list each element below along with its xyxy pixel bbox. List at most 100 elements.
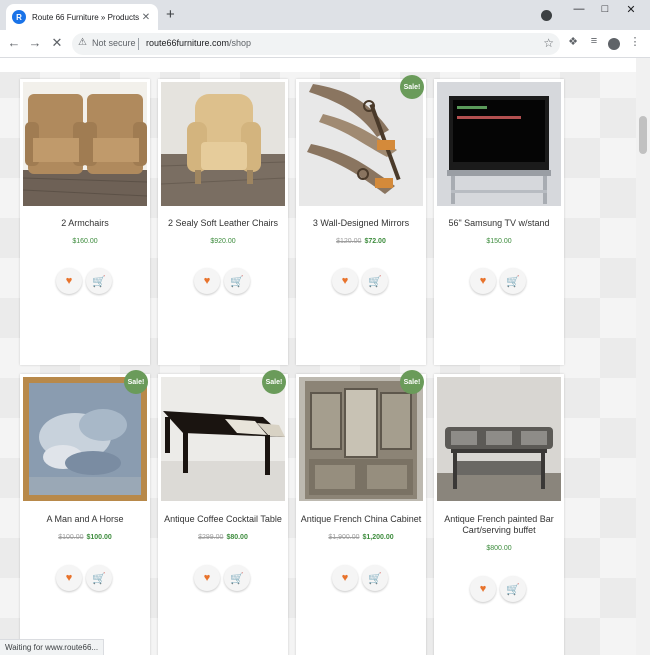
product-price: $150.00 [434,238,564,245]
product-card[interactable]: Sale! Antique Coffee Cocktail Table $299… [158,370,288,655]
wishlist-button[interactable]: ♥ [332,268,358,294]
product-image-man-and-horse[interactable] [23,377,147,501]
current-price: $160.00 [72,238,98,245]
product-image-leather-chairs[interactable] [161,82,285,206]
product-card[interactable]: Antique French painted Bar Cart/serving … [434,374,564,655]
forward-arrow-icon[interactable]: → [27,35,43,50]
product-card[interactable]: Sale! A Man and A Horse $100.00 $100.00 ♥… [20,370,150,655]
stop-loading-icon[interactable]: ✕ [49,35,65,51]
product-card[interactable]: Sale! Antique French China Cabinet $1,90… [296,370,426,655]
wishlist-button[interactable]: ♥ [470,576,496,602]
sale-price: $80.00 [226,534,248,541]
product-card[interactable]: 2 Sealy Soft Leather Chairs $920.00 ♥ 🛒 [158,79,288,365]
maximize-icon[interactable]: □ [595,3,615,15]
cart-icon: 🛒 [506,275,520,288]
add-to-cart-button[interactable]: 🛒 [86,565,112,591]
product-card[interactable]: Sale! 3 Wall-Designed Mirrors $120.00 $72… [296,75,426,365]
page-viewport: 2 Armchairs $160.00 ♥ 🛒 2 Sealy Soft Lea… [0,58,650,655]
security-label[interactable]: Not secure [92,38,136,48]
add-to-cart-button[interactable]: 🛒 [224,268,250,294]
heart-icon: ♥ [341,275,349,287]
product-name[interactable]: 3 Wall-Designed Mirrors [300,218,422,229]
product-name[interactable]: 2 Armchairs [24,218,146,229]
product-price: $120.00 $72.00 [296,238,426,245]
product-price: $920.00 [158,238,288,245]
product-name[interactable]: Antique Coffee Cocktail Table [162,514,284,525]
minimize-icon[interactable]: — [569,3,589,15]
browser-toolbar: ← → ✕ ⚠ Not secure route66furniture.com/… [0,30,650,58]
add-to-cart-button[interactable]: 🛒 [362,268,388,294]
heart-icon: ♥ [479,275,487,287]
add-to-cart-button[interactable]: 🛒 [362,565,388,591]
profile-icon[interactable] [608,38,620,50]
tab-title: Route 66 Furniture » Products [32,12,140,22]
sale-price: $72.00 [364,238,386,245]
wishlist-button[interactable]: ♥ [332,565,358,591]
browser-titlebar: R Route 66 Furniture » Products ✕ + — □ … [0,0,650,30]
status-bubble: Waiting for www.route66... [0,639,105,655]
current-price: $800.00 [486,545,512,552]
product-image-samsung-tv[interactable] [437,82,561,206]
sale-price: $100.00 [86,534,112,541]
window-close-icon[interactable]: ✕ [621,3,641,16]
star-icon[interactable]: ☆ [543,36,554,50]
add-to-cart-button[interactable]: 🛒 [500,268,526,294]
sale-badge: Sale! [124,370,148,394]
wishlist-button[interactable]: ♥ [470,268,496,294]
product-name[interactable]: Antique French painted Bar Cart/serving … [438,514,560,536]
sale-badge: Sale! [262,370,286,394]
cart-icon: 🛒 [368,275,382,288]
cart-icon: 🛒 [368,572,382,585]
product-image-china-cabinet[interactable] [299,377,423,501]
regular-price: $299.00 [198,534,224,541]
heart-icon: ♥ [203,572,211,584]
menu-icon[interactable]: ⋮ [628,35,642,48]
regular-price: $1,900.00 [328,534,360,541]
cart-icon: 🛒 [230,572,244,585]
current-price: $920.00 [210,238,236,245]
add-to-cart-button[interactable]: 🛒 [86,268,112,294]
close-tab-icon[interactable]: ✕ [140,12,152,23]
wishlist-button[interactable]: ♥ [56,268,82,294]
add-to-cart-button[interactable]: 🛒 [500,576,526,602]
address-bar[interactable]: ⚠ Not secure route66furniture.com/shop ☆ [72,33,560,55]
back-arrow-icon[interactable]: ← [6,35,22,50]
cart-icon: 🛒 [92,572,106,585]
current-price: $150.00 [486,238,512,245]
product-image-armchairs[interactable] [23,82,147,206]
product-price: $1,900.00 $1,200.00 [296,534,426,541]
product-card[interactable]: 2 Armchairs $160.00 ♥ 🛒 [20,79,150,365]
product-image-bar-cart[interactable] [437,377,561,501]
product-price: $299.00 $80.00 [158,534,288,541]
wishlist-button[interactable]: ♥ [194,268,220,294]
warning-icon[interactable]: ⚠ [78,37,87,48]
wishlist-button[interactable]: ♥ [56,565,82,591]
regular-price: $100.00 [58,534,84,541]
product-name[interactable]: 2 Sealy Soft Leather Chairs [162,218,284,229]
url-path: /shop [229,38,252,48]
scrollbar-thumb[interactable] [639,116,647,154]
product-image-coffee-table[interactable] [161,377,285,501]
reading-list-icon[interactable]: ≡ [587,35,601,47]
product-image-wall-mirrors[interactable] [299,82,423,206]
sale-badge: Sale! [400,370,424,394]
heart-icon: ♥ [65,275,73,287]
url-text[interactable]: route66furniture.com/shop [146,38,251,48]
sale-badge: Sale! [400,75,424,99]
heart-icon: ♥ [479,583,487,595]
tab-search-icon[interactable] [541,10,552,21]
heart-icon: ♥ [341,572,349,584]
url-separator [138,38,139,50]
browser-tab[interactable]: R Route 66 Furniture » Products ✕ [6,4,158,30]
sale-price: $1,200.00 [362,534,394,541]
product-card[interactable]: 56" Samsung TV w/stand $150.00 ♥ 🛒 [434,79,564,365]
product-name[interactable]: 56" Samsung TV w/stand [438,218,560,229]
add-to-cart-button[interactable]: 🛒 [224,565,250,591]
extensions-icon[interactable]: ❖ [566,35,580,48]
product-name[interactable]: A Man and A Horse [24,514,146,525]
page-scrollbar[interactable] [636,58,650,655]
new-tab-button[interactable]: + [166,6,175,23]
wishlist-button[interactable]: ♥ [194,565,220,591]
product-name[interactable]: Antique French China Cabinet [300,514,422,525]
regular-price: $120.00 [336,238,362,245]
